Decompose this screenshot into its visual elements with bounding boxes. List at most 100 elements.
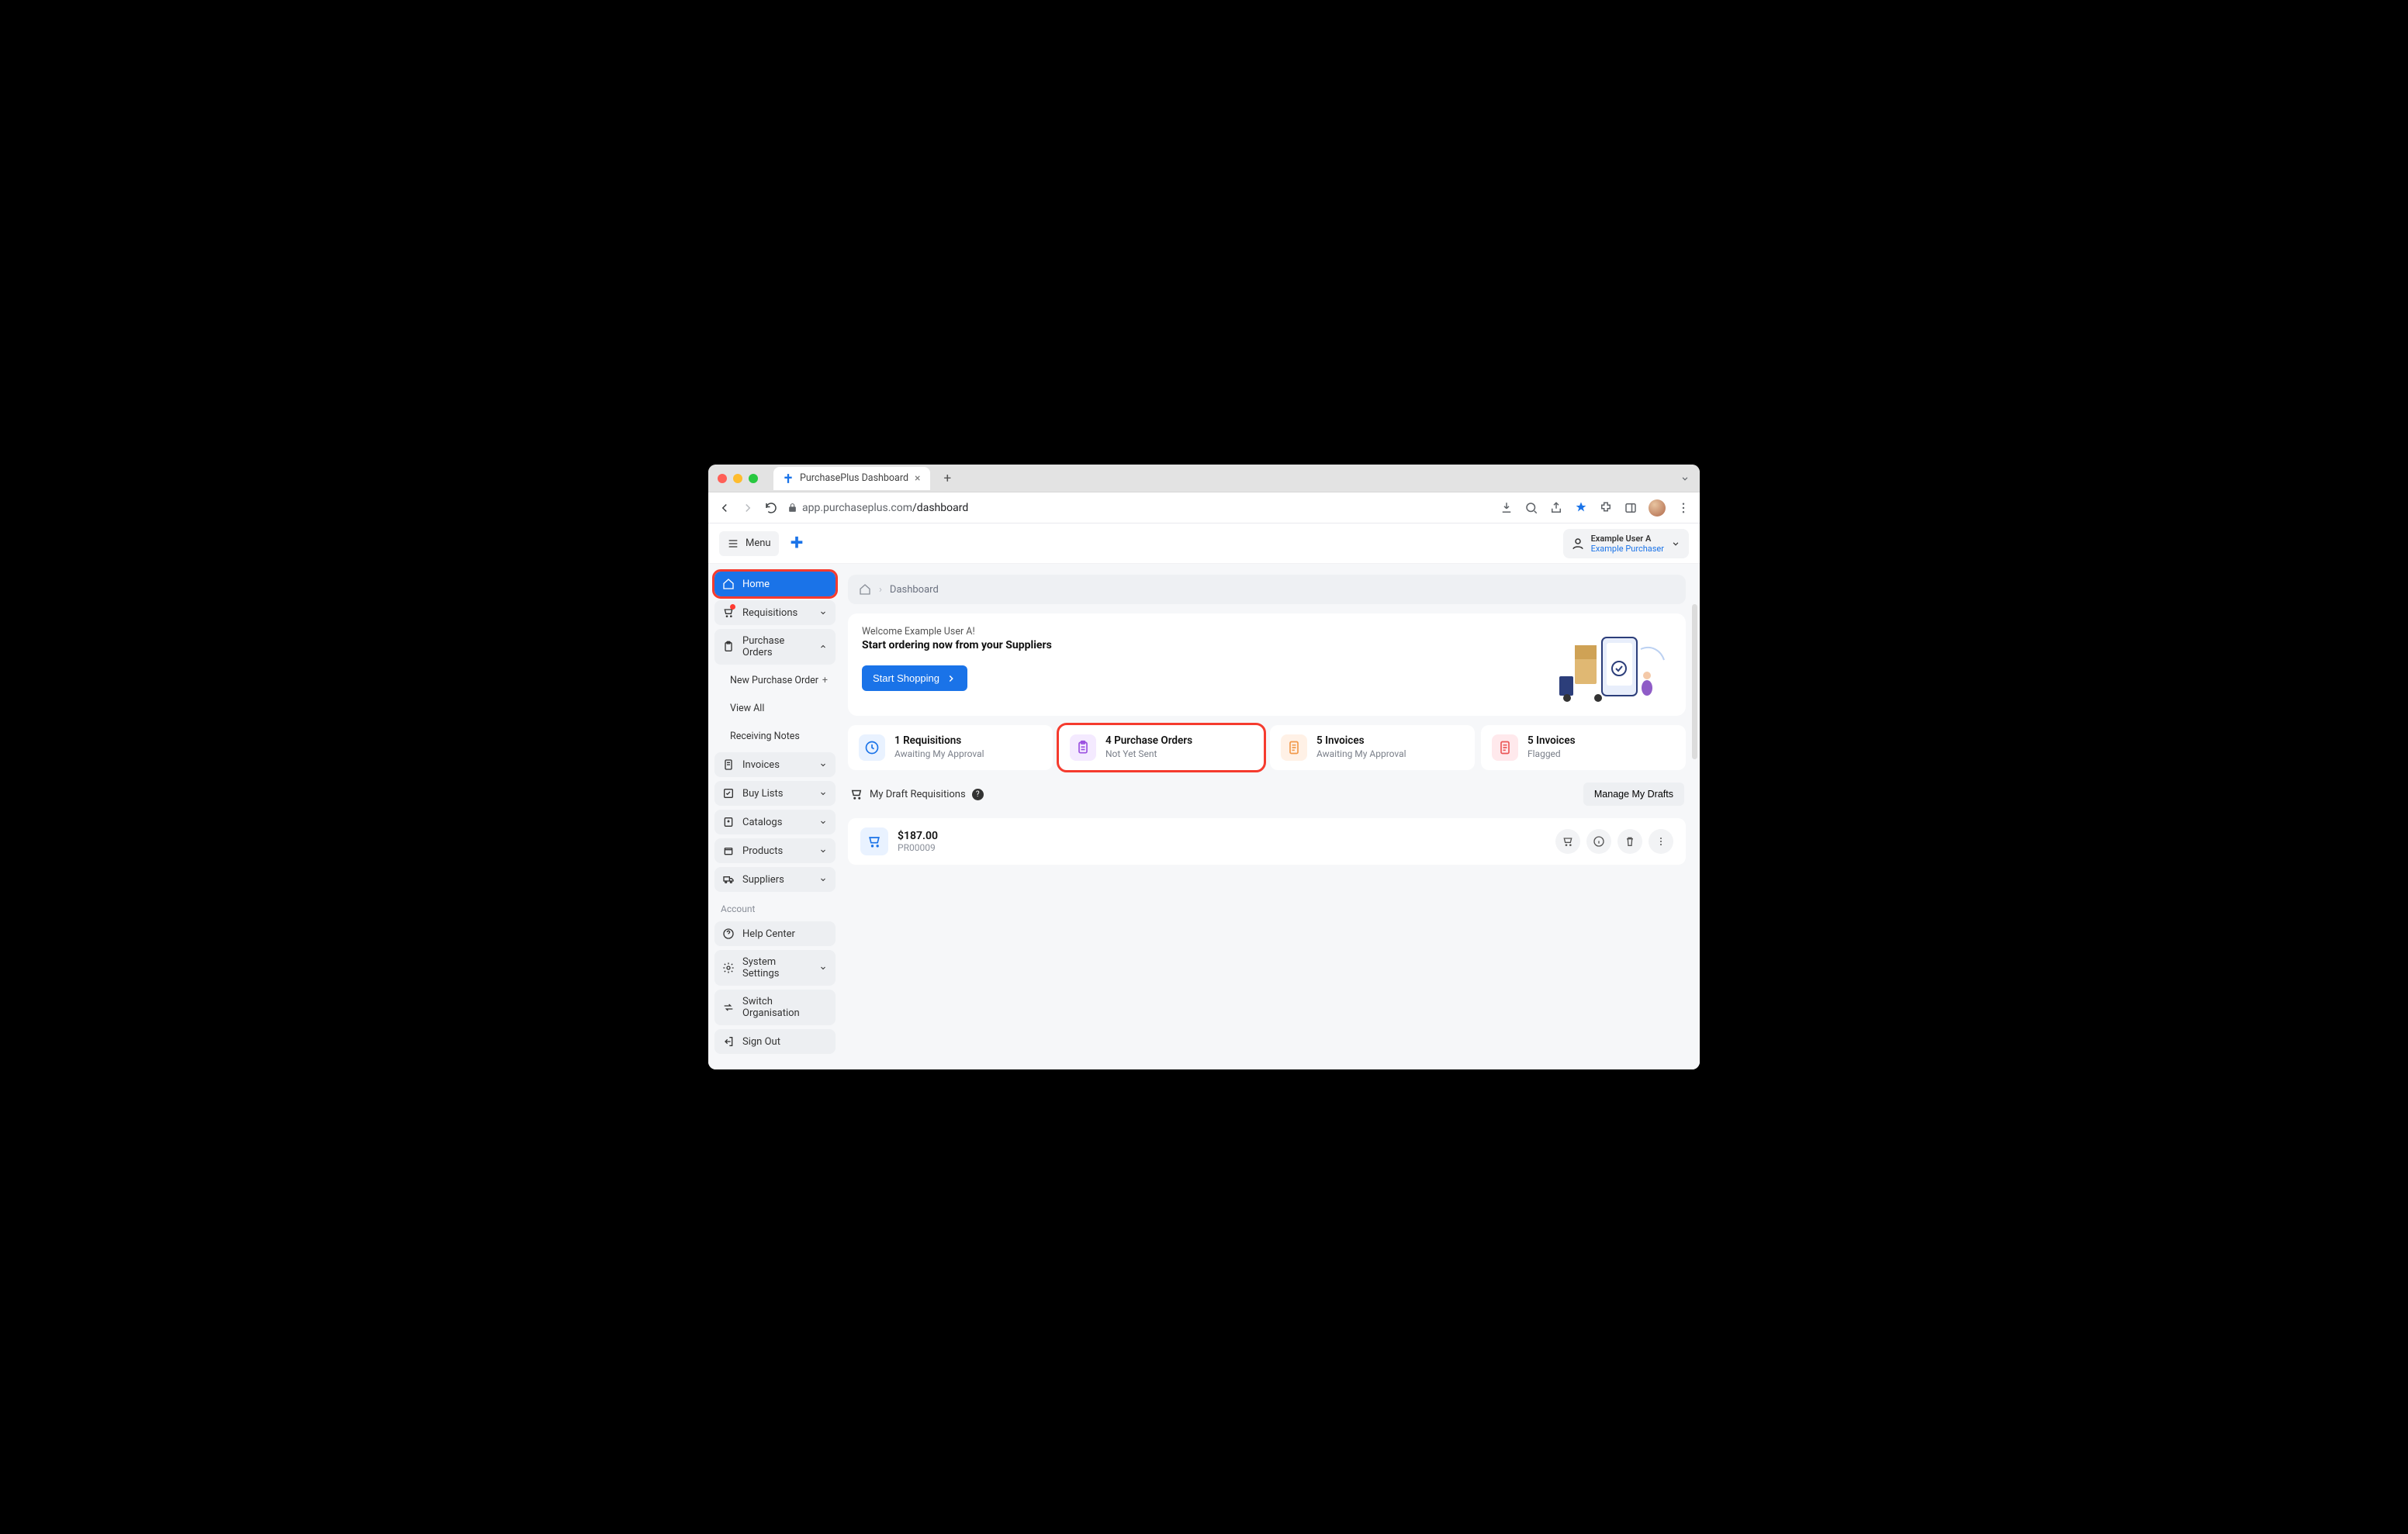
hero-illustration — [1555, 626, 1672, 703]
card-subtitle: Flagged — [1527, 748, 1576, 759]
sidebar-item-label: Invoices — [742, 759, 780, 771]
close-tab-icon[interactable]: × — [915, 472, 920, 485]
chevron-down-icon — [818, 817, 828, 827]
browser-tab[interactable]: PurchasePlus Dashboard × — [773, 467, 930, 490]
help-icon — [722, 928, 735, 940]
sidebar-sub-receiving-notes[interactable]: Receiving Notes — [714, 724, 836, 748]
sidebar-item-label: Suppliers — [742, 874, 784, 886]
home-icon — [722, 578, 735, 590]
sidebar-item-label: Switch Organisation — [742, 996, 828, 1019]
sidebar-item-help-center[interactable]: Help Center — [714, 921, 836, 946]
sidebar-item-requisitions[interactable]: Requisitions — [714, 600, 836, 625]
card-subtitle: Awaiting My Approval — [894, 748, 984, 759]
checklist-icon — [722, 787, 735, 800]
help-tooltip-icon[interactable]: ? — [972, 789, 984, 800]
breadcrumb: › Dashboard — [848, 575, 1686, 604]
welcome-subtitle: Start ordering now from your Suppliers — [862, 639, 1052, 651]
invoice-icon — [722, 758, 735, 771]
sidebar-item-buy-lists[interactable]: Buy Lists — [714, 781, 836, 806]
reload-button[interactable] — [764, 501, 778, 515]
card-purchase-orders[interactable]: 4 Purchase Orders Not Yet Sent — [1059, 725, 1264, 770]
bookmark-star-icon[interactable] — [1574, 501, 1588, 515]
draft-amount: $187.00 — [898, 830, 938, 842]
breadcrumb-current: Dashboard — [890, 584, 939, 596]
profile-avatar[interactable] — [1649, 499, 1666, 517]
sidebar-item-label: Buy Lists — [742, 788, 783, 800]
card-title: 4 Purchase Orders — [1105, 734, 1192, 747]
menu-label: Menu — [746, 537, 771, 549]
chevron-down-icon — [818, 608, 828, 617]
window-min-dot[interactable] — [733, 474, 742, 483]
invoice-icon — [1281, 734, 1307, 761]
back-button[interactable] — [718, 501, 732, 515]
sidebar-item-system-settings[interactable]: System Settings — [714, 950, 836, 986]
chevron-down-icon — [818, 875, 828, 884]
sidebar-sub-view-all[interactable]: View All — [714, 696, 836, 720]
browser-addressbar: app.purchaseplus.com/dashboard — [708, 492, 1700, 523]
cart-icon — [849, 787, 863, 801]
sidebar-item-products[interactable]: Products — [714, 838, 836, 863]
notification-dot — [730, 604, 735, 610]
start-shopping-button[interactable]: Start Shopping — [862, 665, 967, 691]
card-title: 1 Requisitions — [894, 734, 984, 747]
chevron-down-icon — [818, 963, 828, 973]
kebab-menu-icon[interactable] — [1676, 501, 1690, 515]
manage-drafts-button[interactable]: Manage My Drafts — [1583, 783, 1684, 806]
url-field[interactable]: app.purchaseplus.com/dashboard — [787, 502, 1490, 514]
tab-dropdown-icon[interactable] — [1680, 473, 1690, 484]
home-icon[interactable] — [859, 583, 871, 596]
user-menu[interactable]: Example User A Example Purchaser — [1563, 529, 1689, 558]
sidebar-sub-new-po[interactable]: New Purchase Order + — [714, 669, 836, 693]
window-max-dot[interactable] — [749, 474, 758, 483]
card-invoices-awaiting[interactable]: 5 Invoices Awaiting My Approval — [1270, 725, 1475, 770]
clipboard-icon — [722, 641, 735, 653]
sidebar-group-label: Account — [714, 896, 836, 917]
card-requisitions[interactable]: 1 Requisitions Awaiting My Approval — [848, 725, 1053, 770]
draft-delete-button[interactable] — [1617, 829, 1642, 854]
browser-titlebar: PurchasePlus Dashboard × + — [708, 465, 1700, 492]
menu-toggle[interactable]: Menu — [719, 531, 779, 556]
summary-cards: 1 Requisitions Awaiting My Approval 4 Pu… — [848, 725, 1686, 770]
scrollbar[interactable] — [1692, 604, 1697, 759]
sidebar-item-suppliers[interactable]: Suppliers — [714, 867, 836, 892]
forward-button[interactable] — [741, 501, 755, 515]
url-host: app.purchaseplus.com — [802, 502, 912, 514]
sidebar-item-switch-org[interactable]: Switch Organisation — [714, 990, 836, 1025]
draft-more-button[interactable] — [1649, 829, 1673, 854]
welcome-text: Welcome Example User A! — [862, 626, 1052, 637]
card-subtitle: Not Yet Sent — [1105, 748, 1192, 759]
app-header: Menu Example User A Example Purchaser — [708, 523, 1700, 564]
sidebar-item-catalogs[interactable]: Catalogs — [714, 810, 836, 834]
sidebar-item-invoices[interactable]: Invoices — [714, 752, 836, 777]
clock-icon — [859, 734, 885, 761]
clipboard-icon — [1070, 734, 1096, 761]
new-tab-button[interactable]: + — [944, 471, 952, 486]
sidebar-sub-label: Receiving Notes — [730, 731, 800, 742]
card-invoices-flagged[interactable]: 5 Invoices Flagged — [1481, 725, 1686, 770]
sidebar-item-label: Products — [742, 845, 783, 857]
zoom-icon[interactable] — [1524, 501, 1538, 515]
chevron-down-icon — [818, 846, 828, 855]
sidebar-item-home[interactable]: Home — [714, 572, 836, 596]
app-logo-icon[interactable] — [788, 535, 805, 552]
card-title: 5 Invoices — [1527, 734, 1576, 747]
box-icon — [722, 845, 735, 857]
draft-row[interactable]: $187.00 PR00009 — [848, 818, 1686, 865]
sidebar-item-purchase-orders[interactable]: Purchase Orders — [714, 629, 836, 665]
sidebar-item-label: Purchase Orders — [742, 635, 811, 658]
draft-info-button[interactable] — [1586, 829, 1611, 854]
sidebar-item-label: Sign Out — [742, 1036, 780, 1048]
invoice-flag-icon — [1492, 734, 1518, 761]
start-shopping-label: Start Shopping — [873, 672, 939, 684]
card-subtitle: Awaiting My Approval — [1316, 748, 1406, 759]
sign-out-icon — [722, 1035, 735, 1048]
breadcrumb-separator: › — [879, 584, 882, 596]
share-icon[interactable] — [1549, 501, 1563, 515]
sidebar-item-sign-out[interactable]: Sign Out — [714, 1029, 836, 1054]
chevron-up-icon — [818, 642, 828, 651]
install-app-icon[interactable] — [1500, 501, 1514, 515]
draft-cart-button[interactable] — [1555, 829, 1580, 854]
sidepanel-icon[interactable] — [1624, 501, 1638, 515]
window-close-dot[interactable] — [718, 474, 727, 483]
extensions-icon[interactable] — [1599, 501, 1613, 515]
